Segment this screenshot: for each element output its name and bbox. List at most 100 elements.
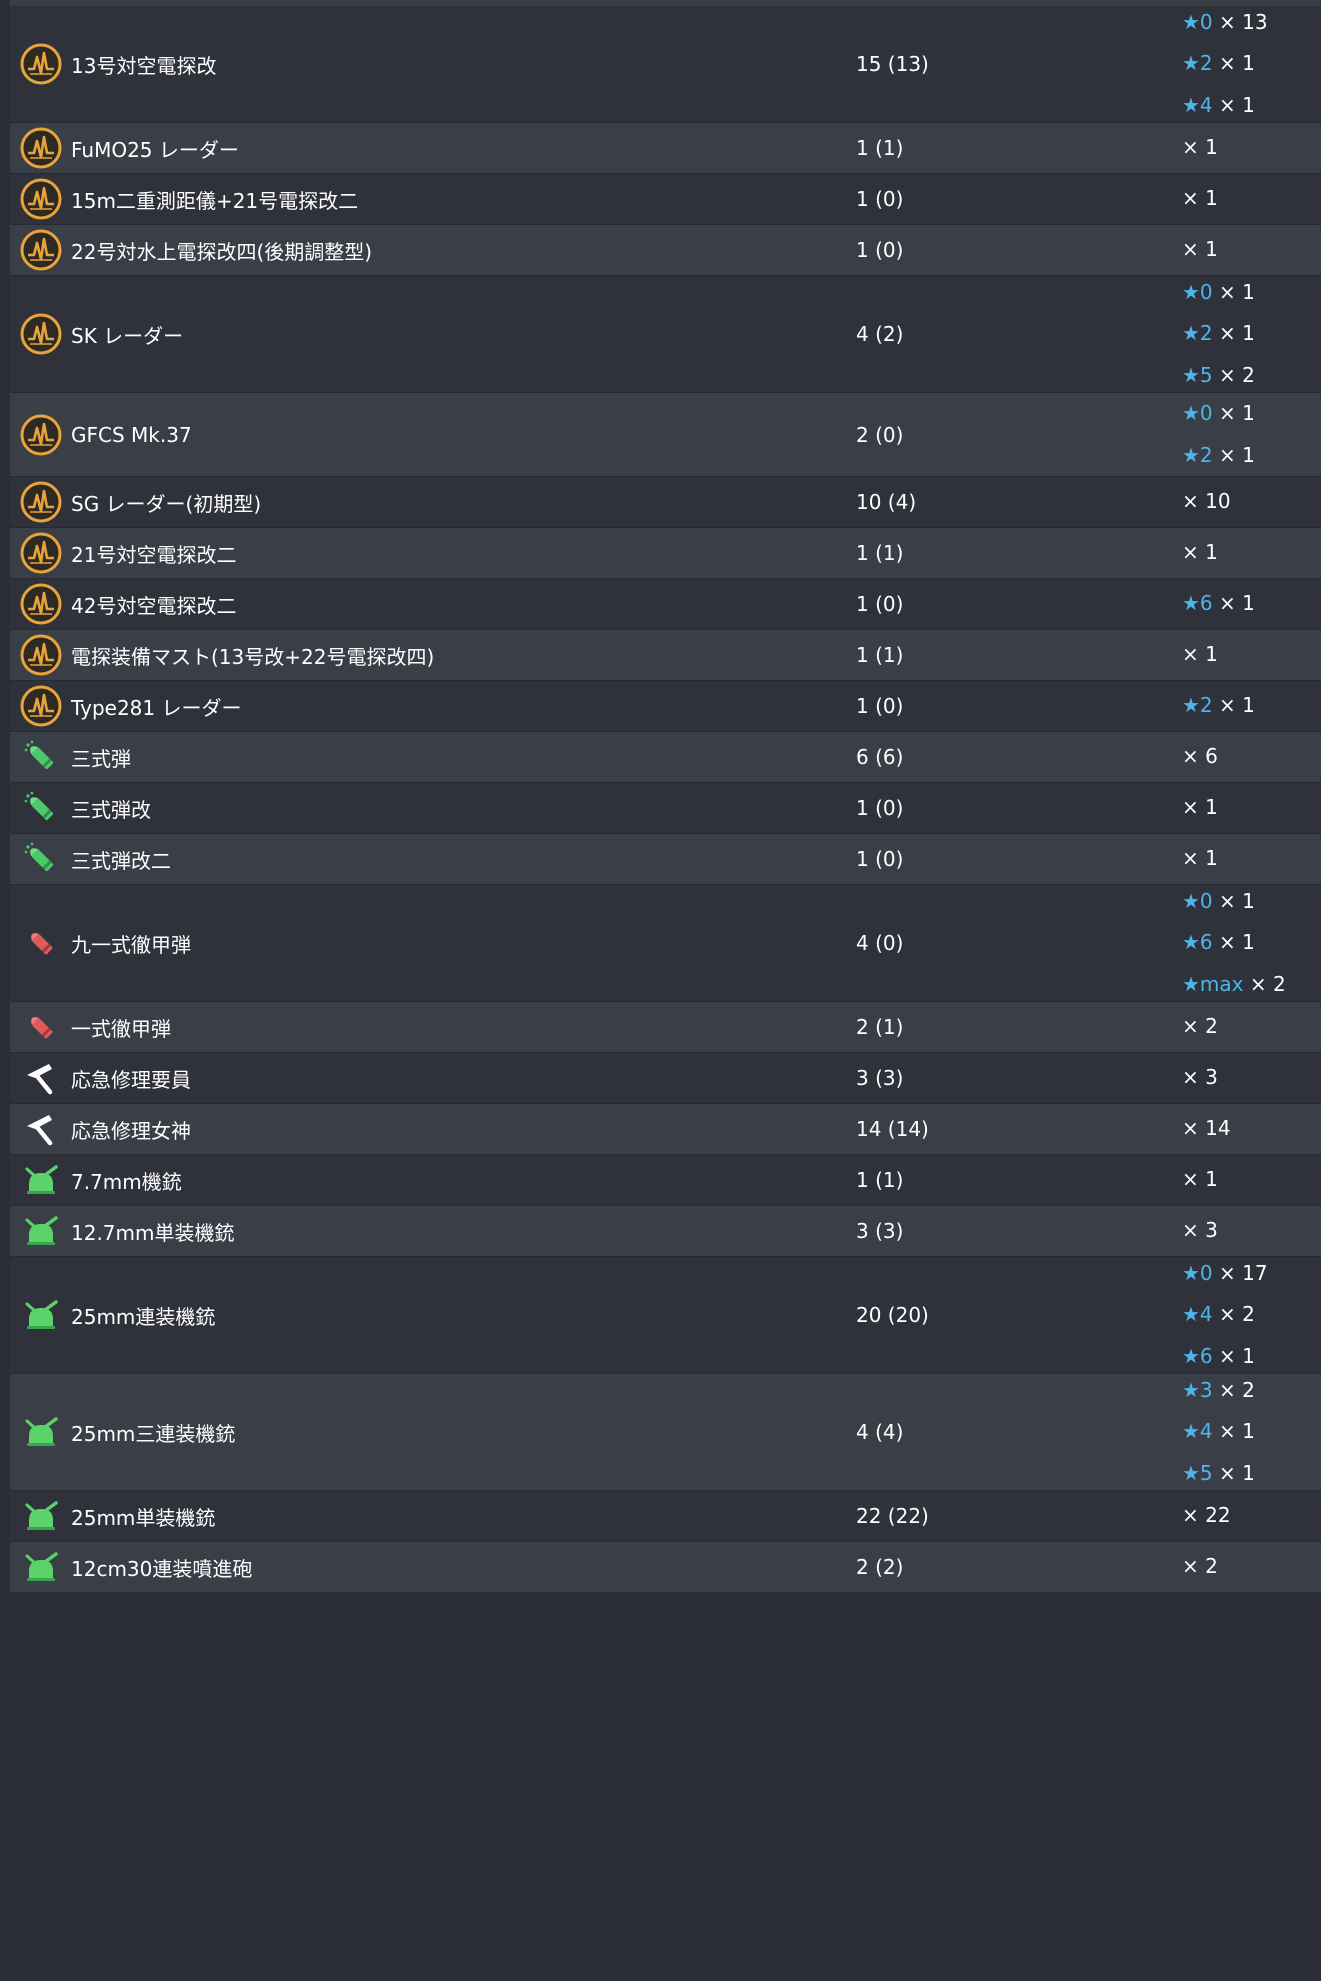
equipment-name-cell: 7.7mm機銃 [10, 1158, 856, 1202]
equipment-name: 7.7mm機銃 [71, 1169, 182, 1194]
improvement-multiplier: × 1 [1182, 1167, 1218, 1192]
equipment-name: GFCS Mk.37 [71, 422, 192, 447]
improvement-star-level: ★5 [1182, 362, 1213, 387]
aa-gun-icon [19, 1545, 63, 1589]
radar-icon [19, 177, 63, 221]
equipment-name: SK レーダー [71, 323, 184, 348]
improvement-star-level: ★0 [1182, 1260, 1213, 1285]
improvement-list: × 1 [1174, 532, 1218, 574]
improvement-multiplier: × 1 [1182, 642, 1218, 667]
equipment-name-cell: FuMO25 レーダー [10, 126, 856, 170]
table-row: 25mm連装機銃 20 (20) ★0 × 17 ★4 × 2 ★6 × 1 [10, 1257, 1321, 1374]
radar-icon [19, 684, 63, 728]
equipment-name-cell: 応急修理要員 [10, 1056, 856, 1100]
table-row: 三式弾 6 (6) × 6 [10, 732, 1321, 783]
equipment-count: 2 (2) [856, 1555, 904, 1579]
improvement-star-level: ★2 [1182, 321, 1213, 346]
improvement-entry: ★5 × 2 [1182, 355, 1255, 397]
equipment-name-cell: 25mm三連装機銃 [10, 1410, 856, 1454]
improvement-multiplier: × 6 [1182, 744, 1218, 769]
improvement-star-level: ★2 [1182, 442, 1213, 467]
improvement-list: × 1 [1174, 634, 1218, 676]
improvement-star-level: ★6 [1182, 591, 1213, 616]
equipment-name-cell: 15m二重測距儀+21号電探改二 [10, 177, 856, 221]
improvement-multiplier: × 1 [1219, 693, 1255, 718]
improvement-entry: ★2 × 1 [1182, 43, 1268, 85]
equipment-name: 三式弾改 [71, 797, 151, 822]
improvement-list: × 2 [1174, 1546, 1218, 1588]
equipment-name-cell: 応急修理女神 [10, 1107, 856, 1151]
equipment-name-cell: 13号対空電探改 [10, 42, 856, 86]
improvement-list: × 2 [1174, 1006, 1218, 1048]
equipment-name-cell: 九一式徹甲弾 [10, 921, 856, 965]
equipment-count: 1 (1) [856, 136, 904, 160]
table-row: SG レーダー(初期型) 10 (4) × 10 [10, 477, 1321, 528]
improvement-list: × 1 [1174, 229, 1218, 271]
equipment-count: 1 (0) [856, 592, 904, 616]
repair-hammer-icon [19, 1056, 63, 1100]
repair-hammer-icon [19, 1107, 63, 1151]
equipment-name-cell: SG レーダー(初期型) [10, 480, 856, 524]
table-row: 42号対空電探改二 1 (0) ★6 × 1 [10, 579, 1321, 630]
equipment-count: 4 (2) [856, 322, 904, 346]
improvement-multiplier: × 3 [1182, 1065, 1218, 1090]
table-row: 応急修理要員 3 (3) × 3 [10, 1053, 1321, 1104]
type3-shell-icon [19, 735, 63, 779]
improvement-entry: ★5 × 1 [1182, 1453, 1255, 1495]
improvement-multiplier: × 22 [1182, 1503, 1231, 1528]
equipment-name: SG レーダー(初期型) [71, 491, 262, 516]
improvement-multiplier: × 1 [1182, 540, 1218, 565]
table-row: 三式弾改 1 (0) × 1 [10, 783, 1321, 834]
improvement-multiplier: × 1 [1219, 930, 1255, 955]
improvement-multiplier: × 1 [1182, 186, 1218, 211]
equipment-count: 3 (3) [856, 1066, 904, 1090]
equipment-name-cell: SK レーダー [10, 312, 856, 356]
equipment-name-cell: 一式徹甲弾 [10, 1005, 856, 1049]
improvement-multiplier: × 13 [1219, 9, 1268, 34]
radar-icon [19, 413, 63, 457]
improvement-multiplier: × 3 [1182, 1218, 1218, 1243]
radar-icon [19, 531, 63, 575]
table-row: SK レーダー 4 (2) ★0 × 1 ★2 × 1 ★5 × 2 [10, 276, 1321, 393]
table-row: 12cm30連装噴進砲 2 (2) × 2 [10, 1542, 1321, 1593]
table-row: 13号対空電探改 15 (13) ★0 × 13 ★2 × 1 ★4 × 1 [10, 6, 1321, 123]
equipment-name-cell: 三式弾改二 [10, 837, 856, 881]
improvement-entry: ★6 × 1 [1182, 583, 1255, 625]
improvement-list: × 3 [1174, 1057, 1218, 1099]
equipment-name: 電探装備マスト(13号改+22号電探改四) [71, 644, 435, 669]
improvement-list: × 6 [1174, 736, 1218, 778]
equipment-name: 15m二重測距儀+21号電探改二 [71, 188, 359, 213]
improvement-multiplier: × 1 [1219, 1460, 1255, 1485]
improvement-list: ★0 × 1 ★2 × 1 ★5 × 2 [1174, 272, 1255, 397]
table-row: 一式徹甲弾 2 (1) × 2 [10, 1002, 1321, 1053]
improvement-entry: ★2 × 1 [1182, 435, 1255, 477]
improvement-entry: × 1 [1182, 178, 1218, 220]
equipment-count: 20 (20) [856, 1303, 929, 1327]
improvement-entry: ★4 × 1 [1182, 1411, 1255, 1453]
improvement-star-level: ★0 [1182, 9, 1213, 34]
equipment-count: 1 (0) [856, 796, 904, 820]
improvement-multiplier: × 1 [1219, 51, 1255, 76]
radar-icon [19, 633, 63, 677]
improvement-entry: × 1 [1182, 127, 1218, 169]
equipment-count: 3 (3) [856, 1219, 904, 1243]
improvement-star-level: ★3 [1182, 1377, 1213, 1402]
improvement-entry: × 1 [1182, 634, 1218, 676]
equipment-name: 22号対水上電探改四(後期調整型) [71, 239, 373, 264]
aa-gun-icon [19, 1158, 63, 1202]
table-row: 25mm三連装機銃 4 (4) ★3 × 2 ★4 × 1 ★5 × 1 [10, 1374, 1321, 1491]
improvement-list: × 1 [1174, 127, 1218, 169]
improvement-list: × 14 [1174, 1108, 1231, 1150]
improvement-star-level: ★2 [1182, 693, 1213, 718]
equipment-name-cell: 12.7mm単装機銃 [10, 1209, 856, 1253]
improvement-multiplier: × 1 [1219, 591, 1255, 616]
improvement-star-level: ★4 [1182, 92, 1213, 117]
equipment-name-cell: Type281 レーダー [10, 684, 856, 728]
equipment-count: 1 (1) [856, 1168, 904, 1192]
type3-shell-icon [19, 786, 63, 830]
improvement-star-level: ★max [1182, 971, 1244, 996]
equipment-name-cell: 25mm連装機銃 [10, 1293, 856, 1337]
improvement-list: ★0 × 13 ★2 × 1 ★4 × 1 [1174, 2, 1268, 127]
improvement-multiplier: × 1 [1219, 279, 1255, 304]
improvement-multiplier: × 1 [1219, 442, 1255, 467]
